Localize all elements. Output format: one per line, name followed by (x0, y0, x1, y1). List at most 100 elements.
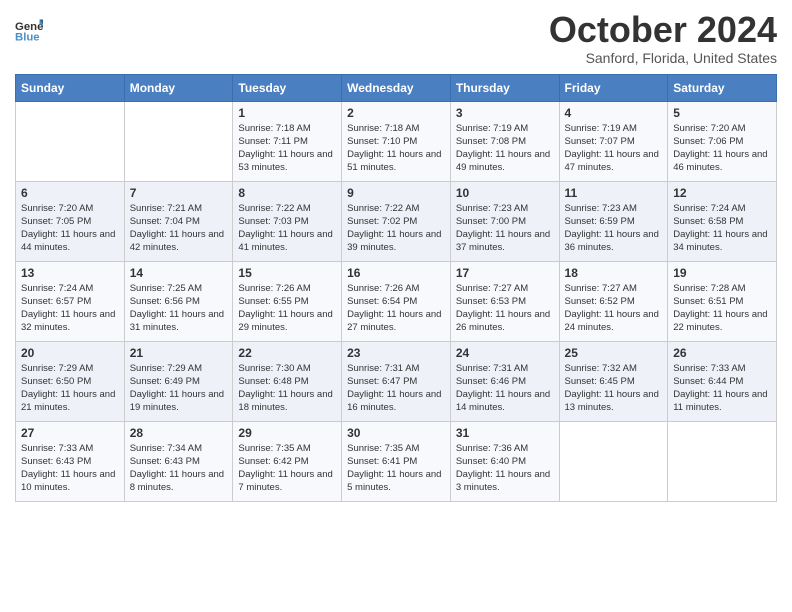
location-subtitle: Sanford, Florida, United States (549, 50, 777, 66)
day-number: 16 (347, 266, 445, 280)
day-number: 5 (673, 106, 771, 120)
calendar-cell: 22Sunrise: 7:30 AM Sunset: 6:48 PM Dayli… (233, 341, 342, 421)
logo: General Blue (15, 16, 43, 44)
calendar-cell: 1 Sunrise: 7:18 AM Sunset: 7:11 PM Daylig… (233, 101, 342, 181)
calendar-week-2: 6 Sunrise: 7:20 AM Sunset: 7:05 PM Daylig… (16, 181, 777, 261)
calendar-cell: 10 Sunrise: 7:23 AM Sunset: 7:00 PM Dayli… (450, 181, 559, 261)
calendar-cell (124, 101, 233, 181)
day-info: Sunrise: 7:19 AM Sunset: 7:08 PM Dayligh… (456, 122, 554, 175)
day-info: Sunrise: 7:31 AM Sunset: 6:47 PM Dayligh… (347, 362, 445, 415)
calendar-cell: 7 Sunrise: 7:21 AM Sunset: 7:04 PM Daylig… (124, 181, 233, 261)
day-info: Sunrise: 7:31 AM Sunset: 6:46 PM Dayligh… (456, 362, 554, 415)
day-number: 3 (456, 106, 554, 120)
calendar-cell: 20Sunrise: 7:29 AM Sunset: 6:50 PM Dayli… (16, 341, 125, 421)
day-info: Sunrise: 7:34 AM Sunset: 6:43 PM Dayligh… (130, 442, 228, 495)
day-number: 7 (130, 186, 228, 200)
col-monday: Monday (124, 74, 233, 101)
day-number: 1 (238, 106, 336, 120)
month-title: October 2024 (549, 10, 777, 50)
day-info: Sunrise: 7:20 AM Sunset: 7:05 PM Dayligh… (21, 202, 119, 255)
day-info: Sunrise: 7:23 AM Sunset: 7:00 PM Dayligh… (456, 202, 554, 255)
calendar-cell: 23 Sunrise: 7:31 AM Sunset: 6:47 PM Dayli… (342, 341, 451, 421)
calendar-cell: 26 Sunrise: 7:33 AM Sunset: 6:44 PM Dayli… (668, 341, 777, 421)
day-number: 14 (130, 266, 228, 280)
day-number: 8 (238, 186, 336, 200)
day-number: 10 (456, 186, 554, 200)
col-sunday: Sunday (16, 74, 125, 101)
calendar-cell: 28 Sunrise: 7:34 AM Sunset: 6:43 PM Dayli… (124, 421, 233, 501)
day-info: Sunrise: 7:23 AM Sunset: 6:59 PM Dayligh… (565, 202, 663, 255)
day-info: Sunrise: 7:28 AM Sunset: 6:51 PM Dayligh… (673, 282, 771, 335)
day-number: 26 (673, 346, 771, 360)
day-number: 31 (456, 426, 554, 440)
day-number: 20 (21, 346, 119, 360)
calendar-table: Sunday Monday Tuesday Wednesday Thursday… (15, 74, 777, 502)
calendar-cell: 17Sunrise: 7:27 AM Sunset: 6:53 PM Dayli… (450, 261, 559, 341)
calendar-cell: 30Sunrise: 7:35 AM Sunset: 6:41 PM Dayli… (342, 421, 451, 501)
day-info: Sunrise: 7:22 AM Sunset: 7:02 PM Dayligh… (347, 202, 445, 255)
calendar-cell: 4 Sunrise: 7:19 AM Sunset: 7:07 PM Daylig… (559, 101, 668, 181)
day-number: 12 (673, 186, 771, 200)
calendar-cell: 24 Sunrise: 7:31 AM Sunset: 6:46 PM Dayli… (450, 341, 559, 421)
calendar-body: 1 Sunrise: 7:18 AM Sunset: 7:11 PM Daylig… (16, 101, 777, 501)
day-number: 27 (21, 426, 119, 440)
day-number: 23 (347, 346, 445, 360)
calendar-cell: 14 Sunrise: 7:25 AM Sunset: 6:56 PM Dayli… (124, 261, 233, 341)
calendar-page: General Blue October 2024 Sanford, Flori… (0, 0, 792, 612)
calendar-week-1: 1 Sunrise: 7:18 AM Sunset: 7:11 PM Daylig… (16, 101, 777, 181)
calendar-cell: 18Sunrise: 7:27 AM Sunset: 6:52 PM Dayli… (559, 261, 668, 341)
calendar-cell: 9 Sunrise: 7:22 AM Sunset: 7:02 PM Daylig… (342, 181, 451, 261)
day-info: Sunrise: 7:19 AM Sunset: 7:07 PM Dayligh… (565, 122, 663, 175)
calendar-cell (16, 101, 125, 181)
day-number: 24 (456, 346, 554, 360)
calendar-week-3: 13Sunrise: 7:24 AM Sunset: 6:57 PM Dayli… (16, 261, 777, 341)
calendar-cell: 21Sunrise: 7:29 AM Sunset: 6:49 PM Dayli… (124, 341, 233, 421)
calendar-cell: 27 Sunrise: 7:33 AM Sunset: 6:43 PM Dayli… (16, 421, 125, 501)
calendar-cell: 2 Sunrise: 7:18 AM Sunset: 7:10 PM Daylig… (342, 101, 451, 181)
calendar-header: Sunday Monday Tuesday Wednesday Thursday… (16, 74, 777, 101)
day-number: 28 (130, 426, 228, 440)
day-number: 29 (238, 426, 336, 440)
day-info: Sunrise: 7:18 AM Sunset: 7:11 PM Dayligh… (238, 122, 336, 175)
col-saturday: Saturday (668, 74, 777, 101)
calendar-cell: 3 Sunrise: 7:19 AM Sunset: 7:08 PM Daylig… (450, 101, 559, 181)
header-row: Sunday Monday Tuesday Wednesday Thursday… (16, 74, 777, 101)
day-number: 6 (21, 186, 119, 200)
day-info: Sunrise: 7:24 AM Sunset: 6:58 PM Dayligh… (673, 202, 771, 255)
day-info: Sunrise: 7:21 AM Sunset: 7:04 PM Dayligh… (130, 202, 228, 255)
day-info: Sunrise: 7:25 AM Sunset: 6:56 PM Dayligh… (130, 282, 228, 335)
day-info: Sunrise: 7:33 AM Sunset: 6:44 PM Dayligh… (673, 362, 771, 415)
day-number: 11 (565, 186, 663, 200)
calendar-week-4: 20Sunrise: 7:29 AM Sunset: 6:50 PM Dayli… (16, 341, 777, 421)
day-number: 2 (347, 106, 445, 120)
day-info: Sunrise: 7:26 AM Sunset: 6:54 PM Dayligh… (347, 282, 445, 335)
logo-icon: General Blue (15, 16, 43, 44)
day-number: 25 (565, 346, 663, 360)
calendar-cell: 13Sunrise: 7:24 AM Sunset: 6:57 PM Dayli… (16, 261, 125, 341)
day-info: Sunrise: 7:27 AM Sunset: 6:53 PM Dayligh… (456, 282, 554, 335)
calendar-cell: 15 Sunrise: 7:26 AM Sunset: 6:55 PM Dayli… (233, 261, 342, 341)
calendar-cell: 8Sunrise: 7:22 AM Sunset: 7:03 PM Daylig… (233, 181, 342, 261)
day-number: 4 (565, 106, 663, 120)
calendar-cell (559, 421, 668, 501)
day-info: Sunrise: 7:33 AM Sunset: 6:43 PM Dayligh… (21, 442, 119, 495)
day-info: Sunrise: 7:29 AM Sunset: 6:49 PM Dayligh… (130, 362, 228, 415)
day-info: Sunrise: 7:20 AM Sunset: 7:06 PM Dayligh… (673, 122, 771, 175)
day-number: 15 (238, 266, 336, 280)
day-info: Sunrise: 7:18 AM Sunset: 7:10 PM Dayligh… (347, 122, 445, 175)
day-number: 9 (347, 186, 445, 200)
svg-text:Blue: Blue (15, 32, 40, 44)
calendar-cell: 19Sunrise: 7:28 AM Sunset: 6:51 PM Dayli… (668, 261, 777, 341)
calendar-cell: 12 Sunrise: 7:24 AM Sunset: 6:58 PM Dayli… (668, 181, 777, 261)
day-number: 18 (565, 266, 663, 280)
day-info: Sunrise: 7:26 AM Sunset: 6:55 PM Dayligh… (238, 282, 336, 335)
page-header: General Blue October 2024 Sanford, Flori… (15, 10, 777, 66)
col-tuesday: Tuesday (233, 74, 342, 101)
day-info: Sunrise: 7:36 AM Sunset: 6:40 PM Dayligh… (456, 442, 554, 495)
day-info: Sunrise: 7:32 AM Sunset: 6:45 PM Dayligh… (565, 362, 663, 415)
calendar-cell: 6 Sunrise: 7:20 AM Sunset: 7:05 PM Daylig… (16, 181, 125, 261)
col-thursday: Thursday (450, 74, 559, 101)
col-friday: Friday (559, 74, 668, 101)
title-block: October 2024 Sanford, Florida, United St… (549, 10, 777, 66)
day-info: Sunrise: 7:35 AM Sunset: 6:41 PM Dayligh… (347, 442, 445, 495)
